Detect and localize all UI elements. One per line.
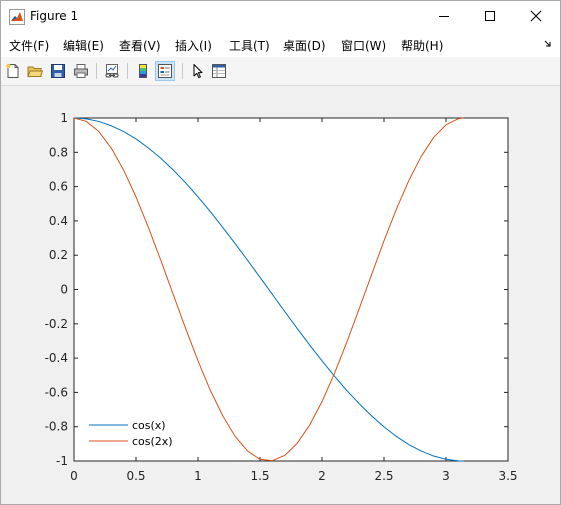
x-tick-label: 0.5: [126, 469, 145, 483]
y-tick-label: -1: [56, 454, 68, 468]
figure-window: Figure 1 文件(F) 编辑(E) 查看(V) 插入(I) 工具(T) 桌…: [0, 0, 561, 505]
y-tick-label: -0.8: [45, 420, 68, 434]
x-tick-label: 1.5: [250, 469, 269, 483]
x-tick-label: 3.5: [498, 469, 517, 483]
y-tick-label: 0.4: [49, 214, 68, 228]
y-tick-label: -0.2: [45, 317, 68, 331]
x-tick-label: 0: [70, 469, 78, 483]
y-tick-label: -0.4: [45, 351, 68, 365]
legend-label-2: cos(2x): [132, 435, 173, 448]
axes-background: [73, 117, 509, 462]
plot-canvas: 0 0.5 1 1.5 2 2.5 3 3.5 -1 -0.8 -0.6 -0.4 -0.2 0 0.2 0.…: [45, 111, 518, 483]
y-tick-label: 0: [60, 283, 68, 297]
y-tick-label: 0.2: [49, 248, 68, 262]
y-tick-label: 0.6: [49, 180, 68, 194]
y-tick-label: 0.8: [49, 145, 68, 159]
x-tick-label: 3: [442, 469, 450, 483]
x-tick-label: 1: [194, 469, 202, 483]
legend-label-1: cos(x): [132, 419, 166, 432]
y-tick-label: -0.6: [45, 385, 68, 399]
y-tick-label: 1: [60, 111, 68, 125]
x-tick-label: 2.5: [374, 469, 393, 483]
x-tick-label: 2: [318, 469, 326, 483]
